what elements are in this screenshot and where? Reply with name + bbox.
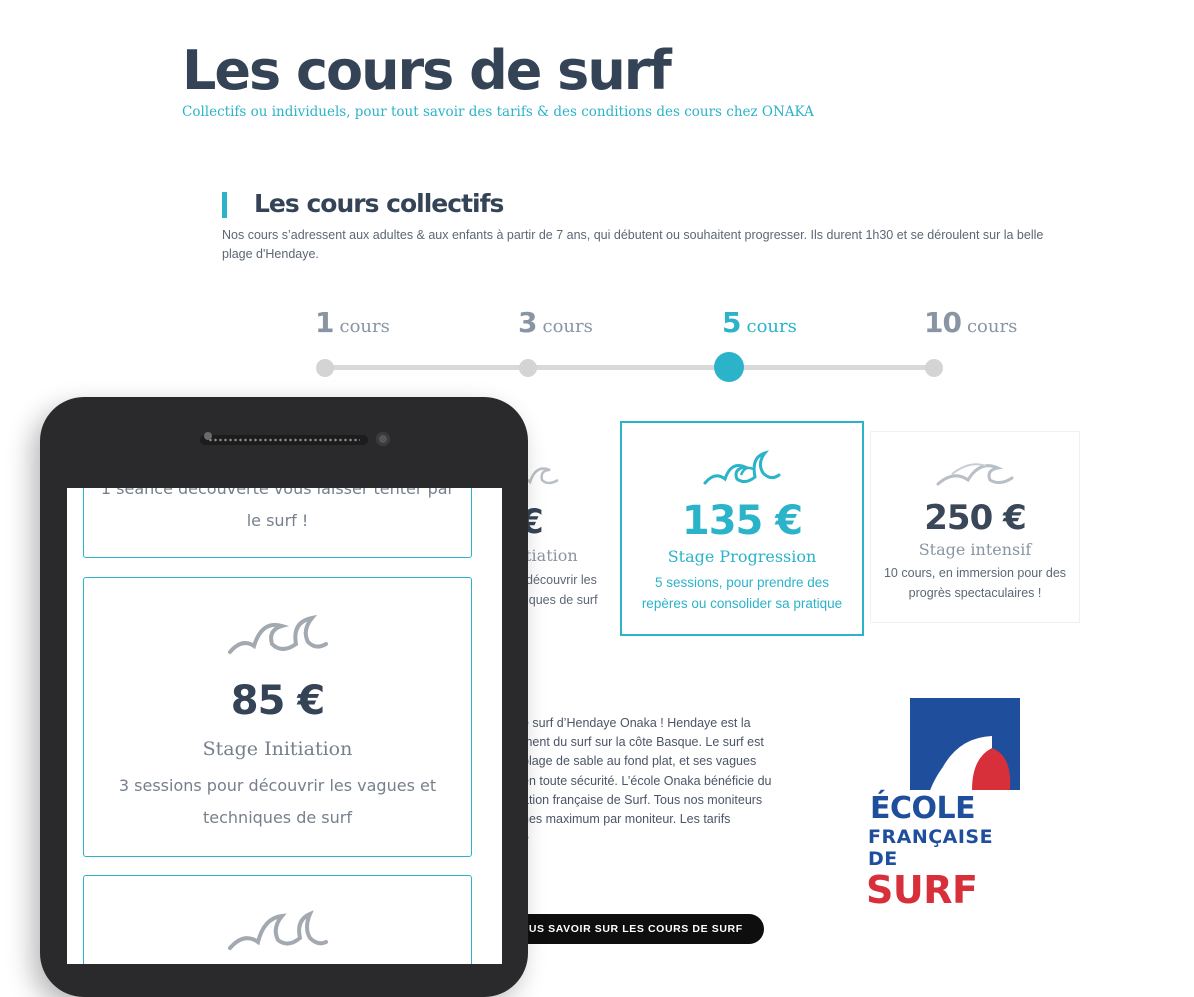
- card-desc-line: 10 cours, en immersion pour des: [883, 566, 1067, 580]
- wave-icon: [227, 614, 328, 654]
- mobile-card-name: Stage Initiation: [202, 738, 353, 760]
- card-desc-line: repères ou consolider sa pratique: [641, 596, 843, 611]
- page-subtitle: Collectifs ou individuels, pour tout sav…: [182, 104, 814, 120]
- efs-logo-text: ÉCOLE FRANÇAISE DE SURF: [866, 790, 1026, 910]
- step-number: 5: [722, 306, 742, 339]
- about-line: e: [522, 829, 782, 848]
- step-5-cours[interactable]: 5 cours: [722, 306, 797, 339]
- about-line: e surf d’Hendaye Onaka ! Hendaye est la: [522, 716, 751, 730]
- mobile-card-price: 85 €: [230, 678, 325, 724]
- step-label: cours: [339, 316, 390, 337]
- slider-stop-3[interactable]: [519, 359, 537, 377]
- card-price: 135 €: [681, 498, 803, 544]
- step-label: cours: [542, 316, 593, 337]
- pricing-card-intensif[interactable]: 250 € Stage intensif 10 cours, en immers…: [870, 431, 1080, 623]
- slider-track[interactable]: [325, 365, 935, 370]
- mobile-card-desc: techniques de surf: [203, 808, 352, 827]
- about-line: ation française de Surf. Tous nos monite…: [522, 792, 763, 807]
- about-text: e surf d’Hendaye Onaka ! Hendaye est la …: [522, 714, 782, 848]
- page-title: Les cours de surf: [182, 39, 672, 102]
- cta-button[interactable]: TOUS SAVOIR SUR LES COURS DE SURF: [492, 914, 764, 944]
- wave-icon: [936, 463, 1014, 486]
- wave-icon: [703, 450, 781, 485]
- step-number: 10: [924, 306, 962, 339]
- phone-speaker: [200, 435, 368, 445]
- phone-screen: 1 séance découverte vous laisser tenter …: [67, 488, 502, 964]
- pricing-card-progression[interactable]: 135 € Stage Progression 5 sessions, pour…: [620, 421, 864, 636]
- phone-camera: [376, 432, 390, 446]
- section-accent-bar: [222, 192, 227, 218]
- about-line: en toute sécurité. L’école Onaka bénéfic…: [522, 773, 772, 788]
- card-desc-line: iques de surf: [526, 593, 598, 607]
- step-1-cours[interactable]: 1 cours: [315, 306, 390, 339]
- card-desc: découvrir les iques de surf: [526, 570, 598, 610]
- step-label: cours: [746, 316, 797, 337]
- section-heading: Les cours collectifs: [254, 189, 504, 218]
- about-line: hes maximum par moniteur. Les tarifs: [522, 812, 731, 827]
- card-price: 250 €: [924, 498, 1026, 538]
- slider-stop-1[interactable]: [316, 359, 334, 377]
- section-intro: Nos cours s’adressent aux adultes & aux …: [222, 228, 1044, 261]
- card-name: Stage intensif: [918, 540, 1032, 559]
- phone-sensor: [204, 432, 212, 440]
- about-line: plage de sable au fond plat, et ses vagu…: [522, 754, 757, 769]
- step-number: 3: [518, 306, 538, 339]
- mobile-card-text: 1 séance découverte vous laisser tenter …: [100, 488, 455, 498]
- mobile-card-decouverte[interactable]: 1 séance découverte vous laisser tenter …: [83, 488, 472, 558]
- logo-line1: ÉCOLE: [870, 791, 976, 826]
- speaker-grill: [208, 438, 360, 442]
- logo-line3: SURF: [866, 868, 978, 912]
- card-desc-line: découvrir les: [526, 573, 597, 587]
- step-3-cours[interactable]: 3 cours: [518, 306, 593, 339]
- card-desc-line: progrès spectaculaires !: [908, 586, 1042, 600]
- wave-icon: [227, 910, 328, 950]
- efs-logo: ÉCOLE FRANÇAISE DE SURF: [866, 696, 1026, 910]
- card-desc: 5 sessions, pour prendre des repères ou …: [622, 572, 862, 614]
- card-desc: 10 cours, en immersion pour des progrès …: [871, 563, 1079, 603]
- card-name: Stage Progression: [667, 547, 817, 566]
- step-number: 1: [315, 306, 335, 339]
- logo-line2: FRANÇAISE DE: [868, 826, 994, 870]
- pricing-card-initiation-partial[interactable]: € itiation découvrir les iques de surf: [520, 452, 620, 612]
- mobile-card-desc: 3 sessions pour découvrir les vagues et: [118, 776, 437, 795]
- slider-handle[interactable]: [714, 352, 744, 382]
- mobile-card-next[interactable]: [83, 875, 472, 964]
- slider-stop-10[interactable]: [925, 359, 943, 377]
- mobile-card-initiation[interactable]: 85 € Stage Initiation 3 sessions pour dé…: [83, 577, 472, 857]
- card-desc-line: 5 sessions, pour prendre des: [654, 575, 830, 590]
- step-label: cours: [966, 316, 1018, 337]
- mobile-card-text: le surf !: [246, 511, 309, 530]
- about-line: ment du surf sur la côte Basque. Le surf…: [522, 735, 764, 750]
- card-name: itiation: [520, 546, 578, 565]
- step-10-cours[interactable]: 10 cours: [924, 306, 1017, 339]
